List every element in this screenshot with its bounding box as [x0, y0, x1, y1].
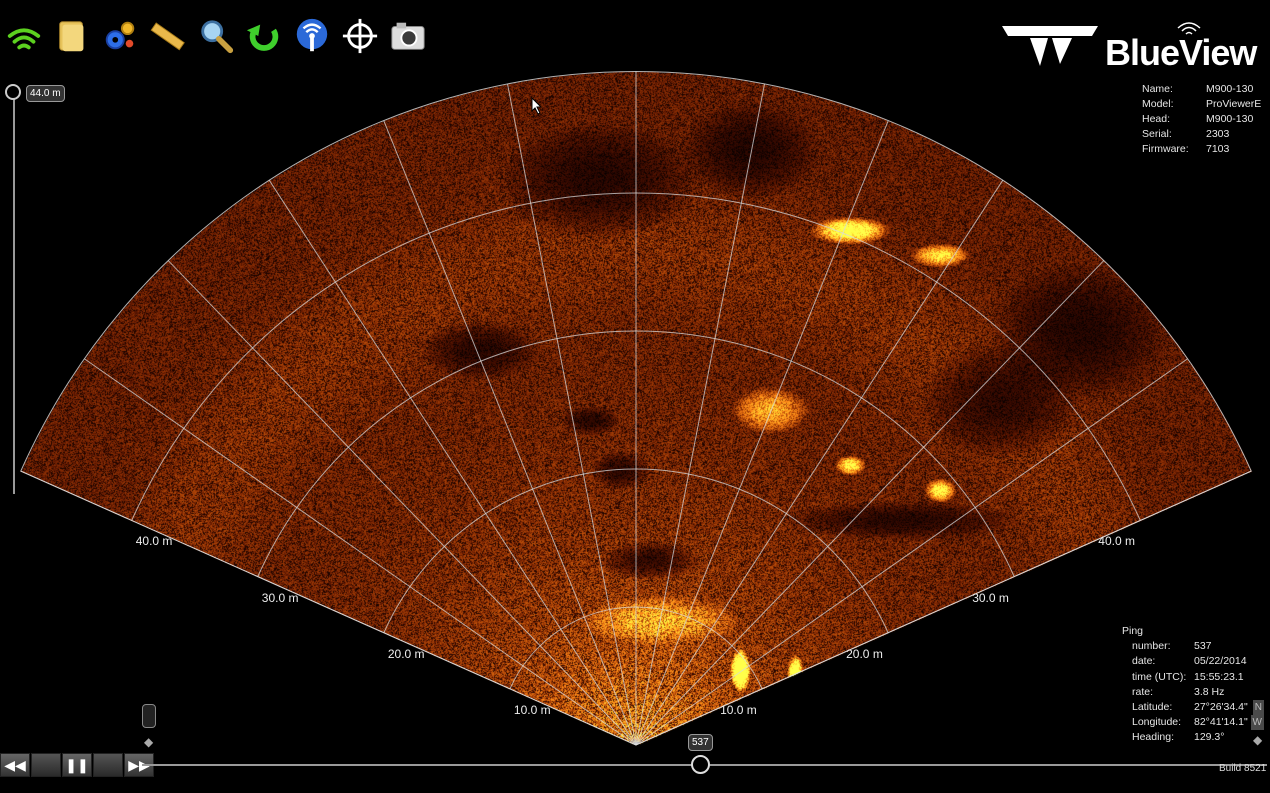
range-label-left: 10.0 m	[513, 702, 551, 717]
step-forward-button[interactable]	[93, 753, 123, 777]
info-label: Firmware:	[1142, 143, 1189, 155]
ping-label: Latitude:	[1132, 701, 1173, 714]
settings-gears-icon[interactable]	[100, 16, 140, 56]
rewind-button[interactable]: ◀◀	[0, 753, 30, 777]
info-label: Model:	[1142, 98, 1174, 110]
folder-icon[interactable]	[52, 16, 92, 56]
ping-value: 537	[1194, 640, 1212, 653]
build-label: Build 8521	[1219, 763, 1267, 774]
range-slider-handle[interactable]	[5, 84, 21, 100]
pause-button[interactable]: ❚❚	[62, 753, 92, 777]
refresh-icon[interactable]	[244, 16, 284, 56]
range-slider-track[interactable]	[13, 94, 15, 494]
ping-row: time (UTC): 15:55:23.1	[1122, 670, 1270, 685]
range-label-right: 30.0 m	[972, 590, 1009, 605]
info-row: Firmware: 7103	[1142, 142, 1266, 157]
info-row: Name: M900-130	[1142, 82, 1266, 97]
brand-name: BlueView	[1105, 32, 1257, 73]
info-row: Serial: 2303	[1142, 127, 1266, 142]
ping-direction: N	[1252, 700, 1264, 716]
ping-row: Latitude: 27°26'34.4" N	[1122, 700, 1270, 716]
ping-label: date:	[1132, 655, 1156, 668]
ping-number-badge: 537	[688, 734, 713, 751]
info-value: ProViewerE	[1206, 98, 1262, 110]
info-value: M900-130	[1206, 83, 1254, 95]
range-label-left: 30.0 m	[261, 590, 299, 605]
playback-timeline-handle[interactable]	[691, 755, 710, 774]
range-label-left: 20.0 m	[387, 646, 425, 661]
ping-label: rate:	[1132, 685, 1154, 698]
toolbar	[4, 16, 428, 60]
range-label-left: 40.0 m	[135, 534, 173, 549]
ping-row: number: 537	[1122, 639, 1270, 654]
gain-diamond-icon[interactable]: ◆	[144, 735, 154, 749]
ping-row: date: 05/22/2014	[1122, 654, 1270, 669]
sonar-fan-image[interactable]	[0, 0, 1270, 793]
teledyne-logo-icon	[1002, 26, 1098, 66]
ping-label: Heading:	[1132, 731, 1175, 744]
ping-direction: W	[1250, 715, 1264, 731]
ping-value: 05/22/2014	[1194, 655, 1247, 668]
info-row: Model: ProViewerE	[1142, 97, 1266, 112]
magnifier-icon[interactable]	[196, 16, 236, 56]
ping-value: 15:55:23.1	[1194, 670, 1244, 683]
ping-row: Longitude: 82°41'14.1" W	[1122, 715, 1270, 731]
info-label: Name:	[1142, 83, 1173, 95]
ping-label: number:	[1132, 640, 1171, 653]
info-label: Head:	[1142, 113, 1171, 125]
ruler-icon[interactable]	[148, 16, 188, 56]
range-label-right: 40.0 m	[1098, 534, 1135, 549]
wifi-connect-icon[interactable]	[4, 16, 44, 56]
max-range-badge: 44.0 m	[26, 85, 65, 102]
crosshair-icon[interactable]	[340, 16, 380, 56]
info-row: Head: M900-130	[1142, 112, 1266, 127]
camera-icon[interactable]	[388, 16, 428, 56]
ping-info-panel: Ping number: 537 date: 05/22/2014 time (UTC)…	[1122, 624, 1270, 746]
info-label: Serial:	[1142, 128, 1172, 140]
info-value: 7103	[1206, 143, 1230, 155]
info-value: 2303	[1206, 128, 1230, 140]
sensor-info-panel: Name: M900-130 Model: ProViewerE Head: M900-1…	[1142, 82, 1266, 157]
broadcast-icon[interactable]	[292, 16, 332, 56]
ping-title: Ping	[1122, 625, 1144, 637]
blueview-logo: BlueView	[1000, 20, 1265, 73]
ping-row: Heading: 129.3°	[1122, 730, 1270, 745]
playback-controls: ◀◀ ❚❚ ▶▶	[0, 753, 154, 777]
ping-label: time (UTC):	[1132, 670, 1187, 683]
range-label-right: 10.0 m	[720, 702, 757, 717]
info-value: M900-130	[1206, 113, 1254, 125]
mouse-cursor-icon	[531, 97, 543, 115]
range-label-right: 20.0 m	[846, 646, 883, 661]
ping-label: Longitude:	[1132, 716, 1182, 729]
ping-value: 3.8 Hz	[1194, 685, 1225, 698]
right-diamond-icon[interactable]: ◆	[1253, 733, 1263, 747]
step-back-button[interactable]	[31, 753, 61, 777]
ping-row: rate: 3.8 Hz	[1122, 685, 1270, 700]
gain-slider-handle[interactable]	[142, 704, 156, 728]
